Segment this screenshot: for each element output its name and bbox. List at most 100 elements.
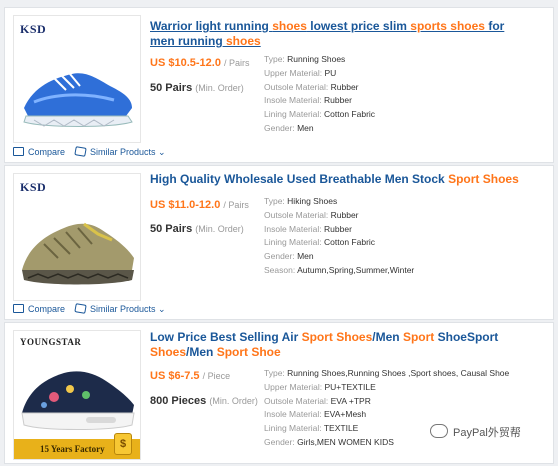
attribute-value: Men — [297, 122, 314, 133]
attribute-value: TEXTILE — [323, 423, 359, 434]
attribute-value: Girls,MEN WOMEN KIDS — [297, 436, 394, 447]
attribute-key: Gender: — [264, 122, 295, 133]
attribute-row: Gender: Men — [264, 122, 375, 136]
attribute-value: Cotton Fabric — [324, 109, 376, 120]
cube-icon — [74, 303, 87, 314]
attribute-key: Lining Material: — [264, 109, 322, 120]
compare-button[interactable]: Compare — [13, 304, 65, 314]
attribute-row: Outsole Material: EVA +TPR — [264, 395, 509, 409]
attribute-key: Upper Material: — [264, 67, 323, 78]
price: US $10.5-12.0 / Pairs — [150, 57, 250, 69]
factory-badge-label: 15 Years Factory — [40, 444, 105, 454]
title-part-highlight: Sport — [402, 330, 435, 344]
price-unit: / Pairs — [224, 58, 250, 68]
attribute-key: Lining Material: — [264, 423, 322, 434]
sneaker-image — [21, 371, 135, 430]
price-unit: / Piece — [202, 371, 231, 381]
product-image[interactable]: KSD — [13, 15, 141, 143]
attribute-row: Type: Running Shoes,Running Shoes ,Sport… — [264, 367, 509, 381]
attribute-value: Rubber — [330, 209, 359, 220]
min-order: 800 Pieces (Min. Order) — [150, 395, 258, 407]
attribute-value: Hiking Shoes — [287, 196, 338, 206]
title-part: /Men — [186, 345, 217, 359]
attribute-value: EVA+Mesh — [324, 409, 367, 420]
attribute-row: Lining Material: Cotton Fabric — [264, 236, 414, 250]
attribute-row: Season: Autumn,Spring,Summer,Winter — [264, 264, 414, 278]
min-order-value: 50 Pairs — [150, 223, 193, 235]
title-part-highlight: Shoes — [150, 345, 187, 359]
attribute-value: Running Shoes,Running Shoes ,Sport shoes… — [287, 368, 510, 378]
price: US $11.0-12.0 / Pairs — [150, 199, 249, 211]
attribute-row: Insole Material: Rubber — [264, 223, 414, 237]
product-image[interactable]: KSD — [13, 173, 141, 301]
attribute-key: Gender: — [264, 251, 295, 262]
price-value: US $10.5-12.0 — [150, 57, 221, 69]
attribute-value: Rubber — [324, 95, 352, 106]
similar-products-label: Similar Products — [90, 147, 156, 157]
title-part-highlight: sports shoes — [410, 19, 485, 33]
attribute-row: Gender: Men — [264, 250, 414, 264]
attribute-list: Type: Hiking Shoes Outsole Material: Rub… — [264, 195, 414, 278]
product-title[interactable]: High Quality Wholesale Used Breathable M… — [150, 172, 530, 187]
compare-icon — [13, 304, 24, 313]
attribute-row: Lining Material: Cotton Fabric — [264, 108, 375, 122]
attribute-key: Type: — [264, 196, 285, 206]
attribute-value: Rubber — [330, 81, 359, 92]
attribute-row: Type: Running Shoes — [264, 53, 375, 67]
attribute-row: Insole Material: EVA+Mesh — [264, 408, 509, 422]
attribute-key: Outsole Material: — [264, 81, 329, 92]
attribute-key: Season: — [264, 264, 296, 275]
watermark-text: PayPal外贸帮 — [453, 427, 521, 439]
attribute-key: Outsole Material: — [264, 209, 329, 220]
title-part: High Quality Wholesale Used Breathable M… — [150, 172, 449, 186]
attribute-key: Type: — [264, 368, 285, 378]
attribute-value: EVA +TPR — [330, 395, 371, 406]
title-part: lowest price slim — [306, 19, 411, 33]
watermark: PayPal外贸帮 — [430, 424, 521, 440]
compare-icon — [13, 147, 24, 156]
attribute-row: Insole Material: Rubber — [264, 94, 375, 108]
compare-button[interactable]: Compare — [13, 147, 65, 157]
attribute-row: Outsole Material: Rubber — [264, 209, 414, 223]
title-part-highlight: shoes — [226, 34, 261, 48]
attribute-key: Insole Material: — [264, 223, 322, 234]
attribute-key: Lining Material: — [264, 237, 322, 248]
attribute-value: PU+TEXTILE — [324, 381, 376, 392]
attribute-value: Running Shoes — [287, 54, 346, 64]
attribute-value: Men — [297, 251, 314, 262]
min-order-note: (Min. Order) — [195, 83, 244, 93]
similar-products-button[interactable]: Similar Products ⌄ — [74, 146, 166, 158]
product-title[interactable]: Low Price Best Selling Air Sport Shoes/M… — [150, 330, 530, 360]
brand-logo: KSD — [20, 180, 47, 194]
min-order-value: 800 Pieces — [150, 395, 207, 407]
chevron-down-icon: ⌄ — [158, 304, 166, 314]
title-part: Warrior light running — [150, 19, 273, 33]
attribute-value: Autumn,Spring,Summer,Winter — [297, 264, 415, 275]
attribute-row: Upper Material: PU — [264, 67, 375, 81]
title-part: ShoeSport — [434, 330, 499, 344]
compare-label: Compare — [28, 304, 66, 314]
product-title[interactable]: Warrior light running shoes lowest price… — [150, 19, 530, 49]
brand-logo: YOUNGSTAR — [20, 337, 82, 347]
price: US $6-7.5 / Piece — [150, 370, 230, 382]
title-part-highlight: shoes — [272, 19, 307, 33]
brand-logo: KSD — [20, 22, 47, 36]
min-order: 50 Pairs (Min. Order) — [150, 82, 244, 94]
cube-icon — [74, 146, 87, 157]
price-unit: / Pairs — [223, 200, 249, 210]
similar-products-label: Similar Products — [90, 304, 156, 314]
factory-badge: 15 Years Factory $ — [14, 433, 140, 459]
attribute-key: Insole Material: — [264, 95, 322, 106]
product-image[interactable]: YOUNGSTAR 15 Years Factory $ — [13, 330, 141, 460]
attribute-value: Rubber — [324, 223, 352, 234]
product-card: KSD High Quality Wholesale Used Breathab… — [4, 165, 554, 320]
title-part-highlight: Sport Shoes — [301, 330, 373, 344]
title-part-highlight: Sport Shoes — [448, 172, 519, 186]
attribute-list: Type: Running Shoes Upper Material: PU O… — [264, 53, 375, 136]
similar-products-button[interactable]: Similar Products ⌄ — [74, 303, 166, 315]
attribute-value: PU — [324, 67, 337, 78]
product-card: YOUNGSTAR 15 Years Factory $ Low Price B… — [4, 322, 554, 464]
card-footer: Compare Similar Products ⌄ — [5, 301, 553, 319]
attribute-key: Upper Material: — [264, 381, 323, 392]
attribute-row: Upper Material: PU+TEXTILE — [264, 381, 509, 395]
